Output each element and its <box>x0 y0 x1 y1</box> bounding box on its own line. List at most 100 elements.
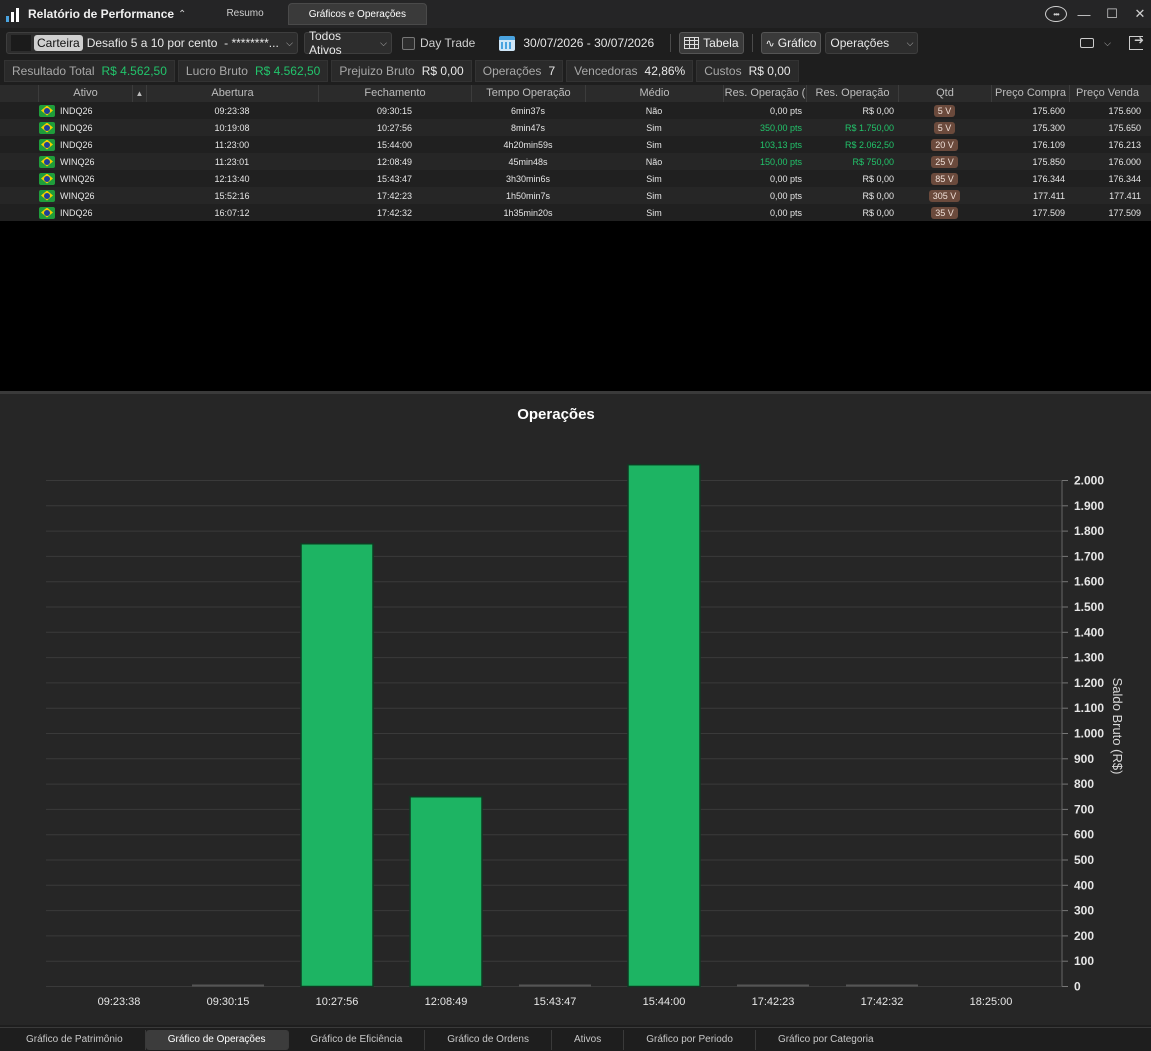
calendar-icon[interactable] <box>499 35 516 51</box>
brazil-flag-icon <box>39 121 55 134</box>
date-range-value: 30/07/2026 - 30/07/2026 <box>523 36 655 50</box>
cell-preco-venda: 175.600 <box>1108 105 1141 116</box>
btab-categoria[interactable]: Gráfico por Categoria <box>756 1030 896 1050</box>
cell-abertura: 11:23:01 <box>214 156 250 167</box>
bar[interactable] <box>519 984 591 987</box>
cell-res-brl: R$ 1.750,00 <box>844 122 894 133</box>
btab-ativos[interactable]: Ativos <box>552 1029 625 1050</box>
more-options-icon[interactable]: ••• <box>1045 6 1067 22</box>
table-row[interactable]: WINQ26 12:13:40 15:43:47 3h30min6s Sim 0,00 p… <box>0 170 1151 187</box>
cell-medio: Sim <box>646 139 662 150</box>
bar[interactable] <box>737 984 809 987</box>
y-tick-label: 0 <box>1074 980 1081 994</box>
cell-res-brl: R$ 2.062,50 <box>844 139 894 150</box>
cell-qtd: 35 V <box>898 206 991 219</box>
grafico-button[interactable]: ∿ Gráfico <box>760 32 822 54</box>
cell-res-pts: 0,00 pts <box>769 105 802 116</box>
cell-fechamento: 15:44:00 <box>376 139 413 150</box>
chevron-down-icon[interactable]: ⌵ <box>1098 38 1111 49</box>
table-row[interactable]: INDQ26 16:07:12 17:42:32 1h35min20s Sim 0,00 … <box>0 204 1151 221</box>
bar[interactable] <box>846 984 918 987</box>
bar[interactable] <box>627 463 701 988</box>
cell-ativo-text: WINQ26 <box>60 156 95 167</box>
header-abertura[interactable]: Abertura <box>146 85 318 102</box>
y-tick-label: 1.500 <box>1074 600 1104 614</box>
day-trade-checkbox[interactable] <box>402 36 415 50</box>
chevron-down-icon: ⌵ <box>286 37 293 48</box>
cell-fechamento: 15:43:47 <box>376 173 413 184</box>
header-preco-venda[interactable]: Preço Venda <box>1069 85 1145 102</box>
btab-operacoes[interactable]: Gráfico de Operações <box>145 1029 289 1050</box>
cell-res-pts: 0,00 pts <box>769 173 802 184</box>
app-title: Relatório de Performance <box>28 7 175 21</box>
brazil-flag-icon <box>39 138 55 151</box>
header-ativo[interactable]: Ativo <box>38 85 132 102</box>
summary-operacoes: Operações 7 <box>474 60 564 82</box>
header-fechamento[interactable]: Fechamento <box>318 85 471 102</box>
y-tick-label: 700 <box>1074 802 1094 816</box>
btab-ordens[interactable]: Gráfico de Ordens <box>425 1029 552 1050</box>
operations-bar-chart: Operações 0 100 200 300 400 500 600 700 800 900 1.0… <box>46 406 1125 1008</box>
cell-preco-venda: 176.000 <box>1108 156 1141 167</box>
summary-custos: Custos R$ 0,00 <box>696 60 799 82</box>
btab-periodo[interactable]: Gráfico por Periodo <box>624 1029 756 1050</box>
table-row[interactable]: INDQ26 10:19:08 10:27:56 8min47s Sim 350,00 p… <box>0 119 1151 136</box>
bar[interactable] <box>192 984 264 987</box>
maximize-icon[interactable]: ☐ <box>1101 6 1123 22</box>
summary-prejuizo-bruto: Prejuizo Bruto R$ 0,00 <box>331 60 472 82</box>
qtd-badge: 5 V <box>933 121 956 134</box>
cell-preco-compra: 176.109 <box>1032 139 1065 150</box>
table-row[interactable]: INDQ26 11:23:00 15:44:00 4h20min59s Sim 103,1… <box>0 136 1151 153</box>
bar[interactable] <box>409 796 483 988</box>
minimize-icon[interactable]: — <box>1073 7 1095 22</box>
btab-eficiencia[interactable]: Gráfico de Eficiência <box>289 1029 426 1050</box>
exit-icon[interactable] <box>1129 33 1144 50</box>
cell-preco-compra: 177.411 <box>1033 190 1065 201</box>
day-trade-toggle[interactable]: Day Trade <box>402 36 475 50</box>
cell-res-pts: 0,00 pts <box>769 190 802 201</box>
tab-graficos-operacoes[interactable]: Gráficos e Operações <box>287 3 427 25</box>
table-row[interactable]: WINQ26 15:52:16 17:42:23 1h50min7s Sim 0,00 p… <box>0 187 1151 204</box>
date-range-picker[interactable]: 30/07/2026 - 30/07/2026 <box>499 35 655 51</box>
header-tempo[interactable]: Tempo Operação <box>471 85 585 102</box>
cell-qtd: 85 V <box>898 172 991 185</box>
cell-tempo: 4h20min59s <box>503 139 553 150</box>
toolbar-divider <box>670 34 672 52</box>
cell-preco-venda: 176.213 <box>1108 139 1141 150</box>
table-row[interactable]: WINQ26 11:23:01 12:08:49 45min48s Não 150,00 … <box>0 153 1151 170</box>
chevron-up-icon[interactable]: ⌃ <box>178 9 186 20</box>
cell-ativo: WINQ26 <box>38 189 132 202</box>
y-tick-label: 900 <box>1074 752 1094 766</box>
print-icon[interactable] <box>1080 38 1095 48</box>
header-medio[interactable]: Médio <box>585 85 723 102</box>
bar[interactable] <box>300 543 374 988</box>
qtd-badge: 20 V <box>931 138 958 151</box>
ativos-select[interactable]: Todos Ativos ⌵ <box>304 29 392 57</box>
y-tick-label: 1.300 <box>1074 651 1104 665</box>
header-res-brl[interactable]: Res. Operação <box>806 85 898 102</box>
cell-ativo: WINQ26 <box>38 155 132 168</box>
bottom-tab-bar: Gráfico de Patrimônio Gráfico de Operaçõ… <box>0 1027 1151 1051</box>
cell-preco-compra: 176.344 <box>1032 173 1065 184</box>
y-tick-label: 1.600 <box>1074 575 1104 589</box>
tabela-button[interactable]: Tabela <box>679 32 744 54</box>
carteira-select[interactable]: Carteira Desafio 5 a 10 por cento - ****… <box>6 32 298 54</box>
cell-tempo: 1h35min20s <box>503 207 553 218</box>
carteira-color-swatch <box>11 35 31 51</box>
close-icon[interactable]: ✕ <box>1129 6 1151 22</box>
brazil-flag-icon <box>39 189 55 202</box>
y-tick-label: 600 <box>1074 828 1094 842</box>
summary-resultado-total: Resultado Total R$ 4.562,50 <box>4 60 175 82</box>
sort-asc-icon[interactable]: ▲ <box>132 85 146 102</box>
view-select[interactable]: Operações ⌵ <box>825 32 919 54</box>
tab-resumo[interactable]: Resumo <box>206 3 283 25</box>
header-res-pts[interactable]: Res. Operação ( <box>723 85 806 102</box>
btab-patrimonio[interactable]: Gráfico de Patrimônio <box>0 1029 146 1050</box>
operations-table: Ativo ▲ Abertura Fechamento Tempo Operaç… <box>0 85 1151 391</box>
header-qtd[interactable]: Qtd <box>898 85 991 102</box>
cell-medio: Não <box>645 105 663 116</box>
cell-tempo: 8min47s <box>510 122 546 133</box>
header-preco-compra[interactable]: Preço Compra <box>991 85 1069 102</box>
table-row[interactable]: INDQ26 09:23:38 09:30:15 6min37s Não 0,00 pts… <box>0 102 1151 119</box>
y-tick-label: 1.100 <box>1074 701 1104 715</box>
